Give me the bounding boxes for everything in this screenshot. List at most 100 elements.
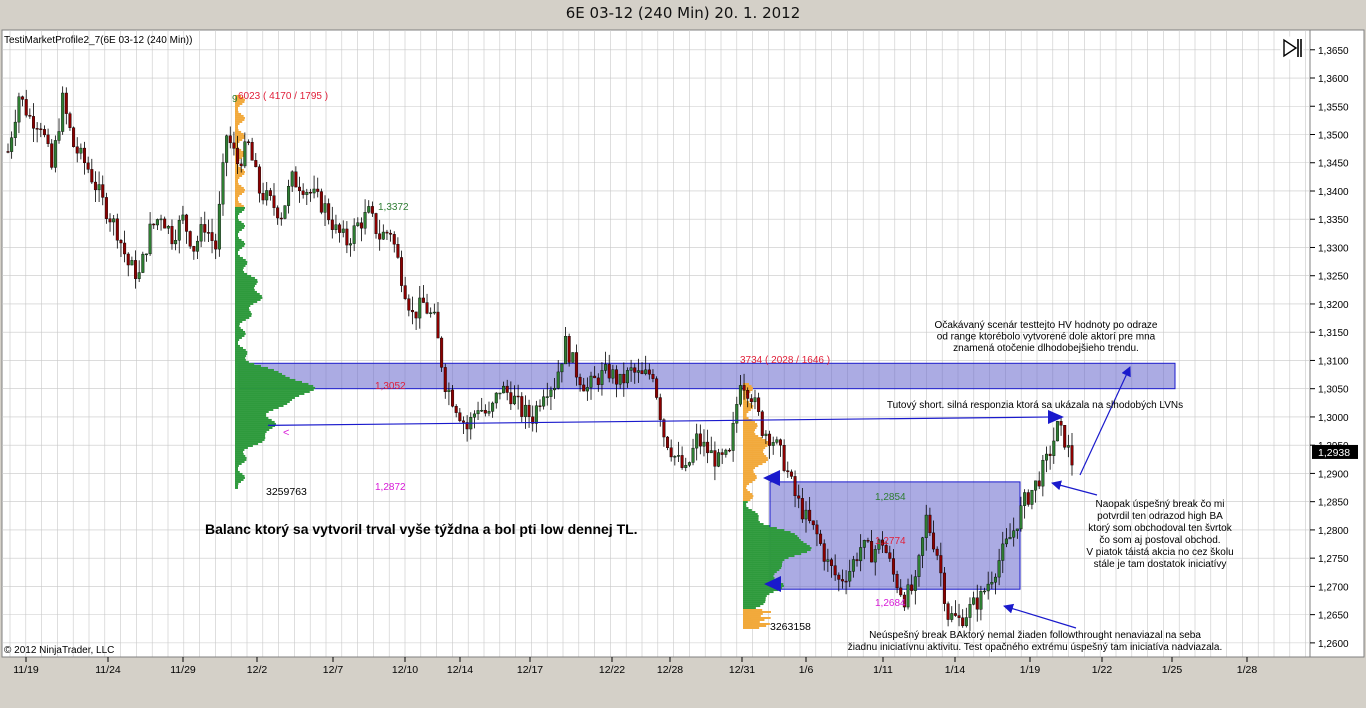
profile-bar <box>235 118 245 121</box>
profile-bar <box>235 458 247 461</box>
profile-bar <box>743 527 777 530</box>
up-candle <box>225 135 229 163</box>
down-candle <box>975 597 979 610</box>
up-candle <box>859 547 863 562</box>
profile-bar <box>743 473 756 476</box>
profile-bar <box>743 477 757 480</box>
profile-bar <box>235 232 238 235</box>
profile-bar <box>743 547 812 550</box>
profile-bar <box>235 136 245 139</box>
y-tick-label: 1,3450 <box>1318 159 1349 170</box>
x-tick-label: 12/7 <box>323 664 344 676</box>
up-candle <box>53 140 57 168</box>
profile-bar <box>235 116 245 119</box>
profile-bar <box>235 420 275 423</box>
down-candle <box>42 129 46 136</box>
up-candle <box>972 597 976 605</box>
profile-bar <box>235 256 243 259</box>
profile-bar <box>743 437 763 440</box>
up-candle <box>964 617 968 627</box>
x-tick-label: 12/10 <box>392 664 418 676</box>
profile-bar <box>235 376 290 379</box>
price-chart-svg[interactable]: 1,3650 1,3600 1,3550 1,3500 1,3450 1,3400 1,33… <box>0 0 1366 703</box>
profile-bar <box>235 318 246 321</box>
profile-bar <box>235 138 243 141</box>
down-candle <box>385 231 389 234</box>
profile-bar <box>743 465 759 468</box>
profile-bar <box>235 428 270 431</box>
profile-bar <box>235 274 252 277</box>
down-candle <box>83 147 87 164</box>
expected-scenario-line: od range ktorébolo vytvorené dole aktorí… <box>937 332 1156 343</box>
profile-bar <box>235 414 267 417</box>
down-candle <box>330 219 334 230</box>
up-candle <box>738 385 742 405</box>
down-candle <box>396 244 400 258</box>
profile-1-poc-label: 1,3052 <box>375 381 406 392</box>
profile-bar <box>235 454 246 457</box>
up-candle <box>429 312 433 314</box>
profile-bar <box>235 214 238 217</box>
step-forward-icon[interactable] <box>1280 36 1304 60</box>
up-candle <box>502 385 506 394</box>
down-candle <box>425 302 429 314</box>
up-candle <box>523 404 527 417</box>
profile-bar <box>235 416 269 419</box>
up-candle <box>97 184 101 191</box>
down-candle <box>72 127 76 147</box>
profile-bar <box>743 607 756 610</box>
profile-bar <box>743 481 753 484</box>
profile-bar <box>743 608 763 611</box>
profile-bar <box>235 300 258 303</box>
profile-bar <box>235 308 250 311</box>
profile-bar <box>235 178 238 181</box>
profile-bar <box>235 484 238 487</box>
profile-bar <box>235 460 245 463</box>
up-candle <box>352 225 356 244</box>
chart-area[interactable]: 1,3650 1,3600 1,3550 1,3500 1,3450 1,3400 1,33… <box>0 0 1366 703</box>
up-candle <box>851 559 855 572</box>
profile-2-volume-label: 3263158 <box>770 621 811 633</box>
profile-bar <box>235 338 240 341</box>
down-candle <box>421 297 425 303</box>
x-tick-label: 1/19 <box>1020 664 1041 676</box>
down-candle <box>1026 492 1030 505</box>
down-candle <box>844 580 848 583</box>
up-candle <box>57 131 61 141</box>
profile-bar <box>235 480 241 483</box>
profile-bar <box>743 605 761 608</box>
profile-bar <box>235 270 245 273</box>
up-candle <box>221 162 225 205</box>
up-candle <box>381 231 385 240</box>
profile-bar <box>235 228 242 231</box>
down-candle <box>1048 453 1052 456</box>
down-candle <box>236 148 240 165</box>
down-candle <box>567 336 571 363</box>
down-candle <box>254 160 258 168</box>
y-tick-label: 1,3150 <box>1318 328 1349 339</box>
down-candle <box>658 397 662 420</box>
profile-bar <box>235 410 269 413</box>
up-candle <box>334 224 338 230</box>
profile-bar <box>235 296 263 299</box>
x-tick-label: 11/24 <box>95 664 121 676</box>
profile-bar <box>235 224 245 227</box>
down-candle <box>123 242 127 255</box>
down-candle <box>392 234 396 245</box>
down-candle <box>250 142 254 161</box>
down-candle <box>538 405 542 407</box>
up-candle <box>159 218 163 221</box>
down-candle <box>389 232 393 235</box>
up-candle <box>1008 537 1012 540</box>
profile-bar <box>235 180 238 183</box>
down-candle <box>232 142 236 149</box>
profile-bar <box>743 610 771 613</box>
up-candle <box>287 186 291 206</box>
down-candle <box>822 543 826 562</box>
profile-bar <box>743 553 802 556</box>
up-candle <box>545 396 549 398</box>
profile-bar <box>743 397 746 400</box>
expected-scenario-line: znamená otočenie dlhodobejšieho trendu. <box>953 343 1139 354</box>
down-candle <box>75 146 79 154</box>
down-candle <box>410 310 414 313</box>
